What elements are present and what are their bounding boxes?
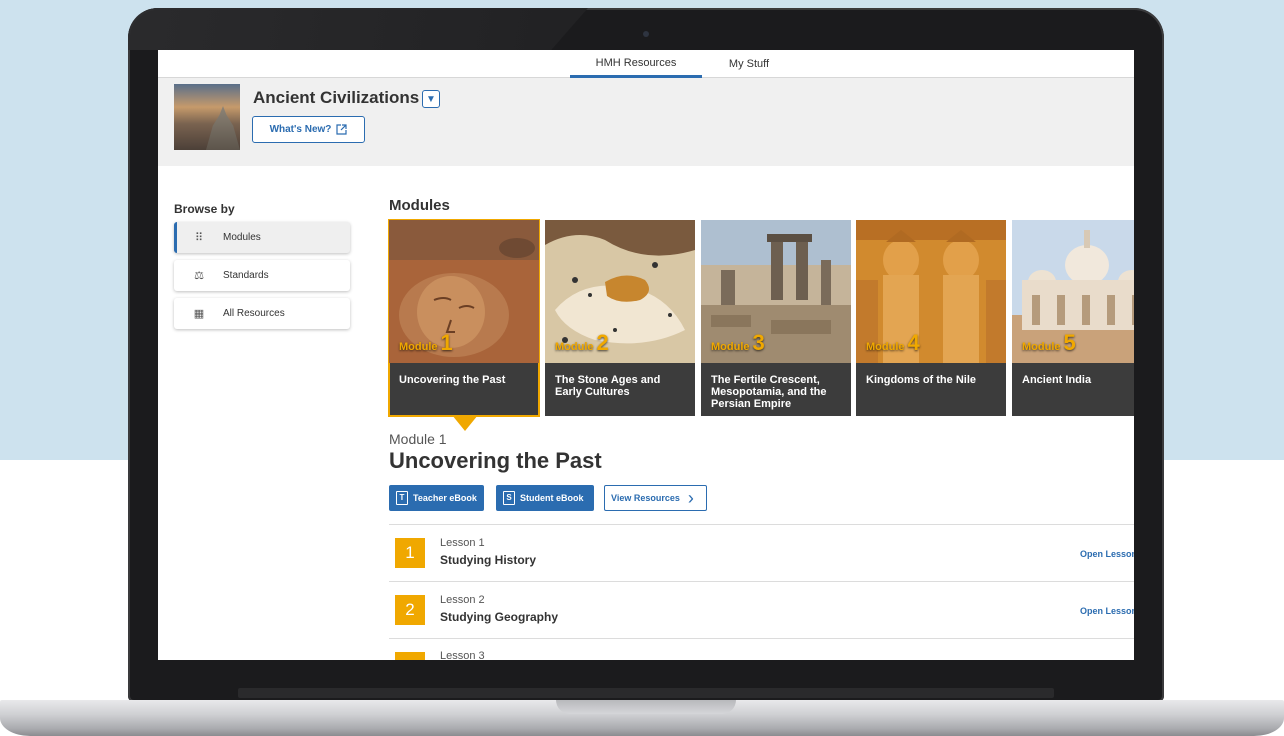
external-link-icon: [336, 124, 348, 135]
module-prefix: Module: [711, 341, 750, 353]
sidebar-item-label: Standards: [223, 270, 269, 281]
view-resources-label: View Resources: [611, 493, 680, 503]
open-lesson-link[interactable]: Open Lesson: [1080, 606, 1134, 616]
tab-my-stuff[interactable]: My Stuff: [714, 50, 784, 78]
student-ebook-button[interactable]: S Student eBook: [496, 485, 594, 511]
module-title: Uncovering the Past: [399, 374, 506, 386]
selected-module-number: Module 1: [389, 431, 447, 447]
module-number-value: 3: [752, 330, 765, 355]
sidebar-item-standards[interactable]: ⚖ Standards: [174, 260, 350, 291]
lesson-label: Lesson 3: [440, 650, 485, 660]
module-card-1[interactable]: Module 1 Uncovering the Past: [388, 219, 540, 417]
module-prefix: Module: [1022, 341, 1061, 353]
lesson-number-badge: 2: [395, 595, 425, 625]
teacher-ebook-label: Teacher eBook: [413, 493, 477, 503]
module-title: Kingdoms of the Nile: [866, 374, 976, 386]
tab-hmh-resources[interactable]: HMH Resources: [570, 50, 702, 78]
chevron-right-icon: ›: [687, 487, 694, 508]
module-prefix: Module: [399, 341, 438, 353]
laptop-notch: [556, 700, 736, 714]
sidebar-item-label: Modules: [223, 232, 261, 243]
sidebar-item-modules[interactable]: ⠿ Modules: [174, 222, 350, 253]
module-number-value: 5: [1063, 330, 1076, 355]
selected-module-indicator: [452, 415, 478, 431]
book-grid-icon: ▦: [193, 307, 205, 320]
top-navigation: HMH Resources My Stuff: [158, 50, 1134, 78]
module-card-5[interactable]: Module 5 Ancient India: [1012, 220, 1134, 416]
laptop-hinge: [238, 688, 1054, 698]
module-card-4[interactable]: Module 4 Kingdoms of the Nile: [856, 220, 1006, 416]
app-screen: HMH Resources My Stuff Ancient Civilizat…: [158, 50, 1134, 660]
module-number-value: 2: [596, 330, 609, 355]
module-title: Ancient India: [1022, 374, 1092, 386]
course-title: Ancient Civilizations: [253, 88, 420, 107]
lid-reflection: [128, 8, 588, 50]
open-lesson-link[interactable]: Open Lesson: [1080, 549, 1134, 559]
module-number: Module 2: [555, 330, 609, 356]
module-number: Module 5: [1022, 330, 1076, 356]
modules-heading: Modules: [389, 197, 450, 214]
teacher-ebook-button[interactable]: T Teacher eBook: [389, 485, 484, 511]
module-title: The Fertile Crescent, Mesopotamia, and t…: [711, 374, 827, 410]
browse-by-heading: Browse by: [174, 202, 235, 216]
lesson-number-badge: 1: [395, 538, 425, 568]
module-number: Module 4: [866, 330, 920, 356]
course-dropdown-button[interactable]: ▼: [422, 90, 440, 108]
chevron-down-icon: ▼: [426, 93, 436, 105]
module-card-3[interactable]: Module 3 The Fertile Crescent, Mesopotam…: [701, 220, 851, 416]
course-cover-image: [174, 84, 240, 150]
lesson-title: Studying Geography: [440, 610, 559, 624]
lesson-row[interactable]: 1 Lesson 1 Studying History Open Lesson: [389, 524, 1134, 581]
module-number-value: 1: [440, 330, 453, 355]
lesson-row[interactable]: 2 Lesson 2 Studying Geography Open Lesso…: [389, 581, 1134, 638]
module-prefix: Module: [866, 341, 905, 353]
selected-module-title: Uncovering the Past: [389, 448, 602, 473]
lesson-title: Studying History: [440, 553, 537, 567]
module-title: The Stone Ages and Early Cultures: [555, 374, 661, 398]
cover-temple-shape: [206, 106, 240, 150]
lesson-label: Lesson 1: [440, 537, 485, 549]
whats-new-label: What's New?: [269, 124, 332, 135]
sidebar-item-label: All Resources: [223, 308, 285, 319]
lesson-label: Lesson 2: [440, 594, 485, 606]
module-number: Module 1: [399, 330, 453, 356]
teacher-book-icon: T: [396, 491, 408, 505]
camera-icon: [643, 31, 649, 37]
view-resources-button[interactable]: View Resources ›: [604, 485, 707, 511]
scales-icon: ⚖: [194, 269, 204, 282]
lesson-number-badge: 3: [395, 652, 425, 660]
module-card-2[interactable]: Module 2 The Stone Ages and Early Cultur…: [545, 220, 695, 416]
sidebar-item-all-resources[interactable]: ▦ All Resources: [174, 298, 350, 329]
module-number-value: 4: [907, 330, 920, 355]
module-number: Module 3: [711, 330, 765, 356]
lesson-row[interactable]: 3 Lesson 3: [389, 638, 1134, 660]
course-header: Ancient Civilizations ▼ What's New?: [158, 78, 1134, 166]
student-ebook-label: Student eBook: [520, 493, 584, 503]
whats-new-button[interactable]: What's New?: [252, 116, 365, 143]
student-book-icon: S: [503, 491, 515, 505]
grid-icon: ⠿: [194, 231, 204, 244]
module-prefix: Module: [555, 341, 594, 353]
